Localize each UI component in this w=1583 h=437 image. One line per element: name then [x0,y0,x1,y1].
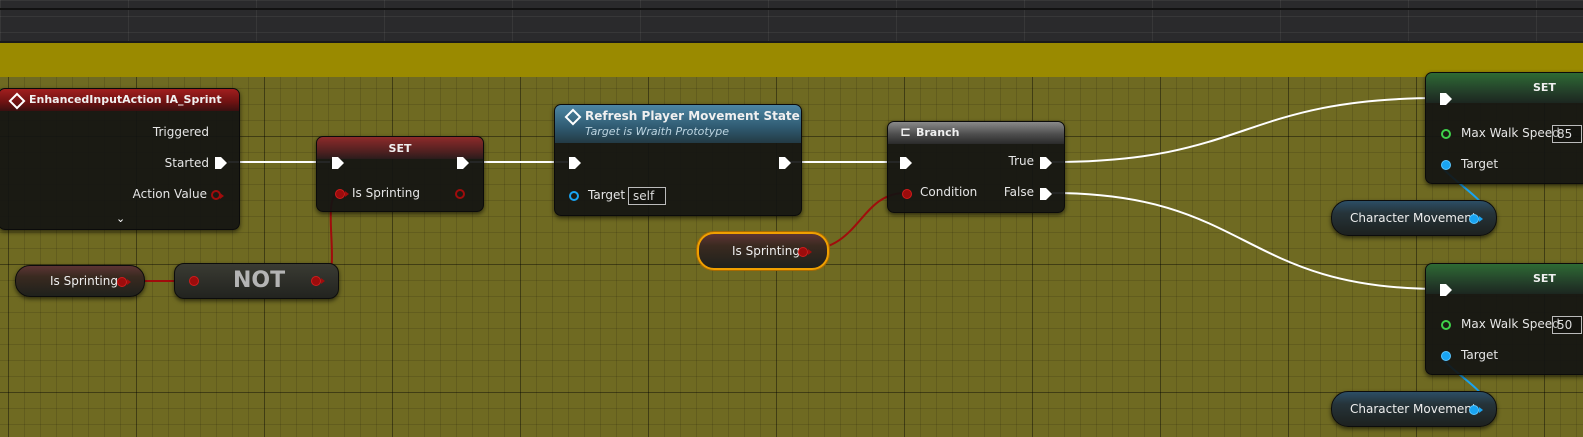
pin-character-movement-bottom[interactable] [1469,405,1483,415]
character-movement-label-top: Character Movement [1350,211,1477,225]
pin-max-walk-speed-false[interactable] [1441,320,1451,330]
pin-label-started: Started [164,156,209,170]
pin-not-out[interactable] [311,276,325,286]
exec-pin-refresh-in[interactable] [569,157,581,169]
exec-pin-set-out[interactable] [457,157,469,169]
pin-is-sprinting-in[interactable] [335,189,349,199]
function-icon [564,108,582,126]
pin-refresh-target[interactable] [569,191,579,201]
pin-label-triggered: Triggered [152,125,209,139]
pin-is-sprinting-out[interactable] [455,189,465,199]
exec-pin-branch-in[interactable] [900,157,912,169]
exec-wire-true-to-set [1051,97,1441,163]
refresh-player-movement-node[interactable]: Refresh Player Movement State Target is … [554,104,802,216]
pin-character-movement-top[interactable] [1469,214,1483,224]
set-node-header: SET [317,137,483,159]
branch-condition-label: Condition [920,185,978,199]
set-node-title: SET [388,142,412,155]
set-max-walk-speed-node-false[interactable]: SET Max Walk Speed 50 Target [1425,263,1583,375]
pin-action-value[interactable] [211,190,224,200]
set-speed-target-label-true: Target [1461,157,1499,171]
pin-label-action-value: Action Value [132,187,207,201]
exec-pin-set-in[interactable] [332,157,344,169]
refresh-node-header: Refresh Player Movement State Target is … [555,105,801,143]
get-is-sprinting-selected-node[interactable]: Is Sprinting [697,232,829,270]
refresh-target-label: Target [588,188,626,202]
set-max-walk-speed-node-true[interactable]: SET Max Walk Speed 85 Target [1425,72,1583,184]
chevron-down-icon[interactable]: ⌄ [116,212,125,225]
pin-not-in[interactable] [189,276,199,286]
event-node-title: EnhancedInputAction IA_Sprint [29,93,222,106]
exec-pin-started[interactable] [215,157,227,169]
branch-true-label: True [1008,154,1035,168]
set-is-sprinting-node[interactable]: SET Is Sprinting [316,136,484,212]
var-label: Is Sprinting [50,274,118,288]
exec-pin-branch-true[interactable] [1040,157,1052,169]
set-pin-label: Is Sprinting [352,186,420,200]
character-movement-label-bottom: Character Movement [1350,402,1477,416]
refresh-node-subtitle: Target is Wraith Prototype [585,125,729,138]
max-walk-speed-label-false: Max Walk Speed [1461,317,1560,331]
pin-max-walk-speed-true[interactable] [1441,129,1451,139]
max-walk-speed-input-true[interactable]: 85 [1552,125,1582,143]
event-node-header: EnhancedInputAction IA_Sprint [0,89,239,111]
event-diamond-icon [8,92,26,110]
refresh-target-input[interactable]: self [628,187,666,205]
pin-branch-condition[interactable] [902,189,912,199]
character-movement-node-bottom[interactable]: Character Movement [1331,391,1497,427]
set-speed-title-false: SET [1533,272,1556,285]
exec-pin-set-speed-false-in[interactable] [1440,284,1452,296]
var-selected-label: Is Sprinting [732,244,800,258]
pin-set-speed-target-true[interactable] [1441,160,1451,170]
graph-top-strip [0,0,1583,43]
set-speed-target-label-false: Target [1461,348,1499,362]
pin-get-is-sprinting-selected[interactable] [798,247,812,257]
not-label: NOT [233,268,286,293]
comment-box-header[interactable] [0,43,1583,77]
branch-icon: ⊏ [900,125,911,140]
character-movement-node-top[interactable]: Character Movement [1331,200,1497,236]
exec-pin-triggered[interactable] [221,126,227,138]
max-walk-speed-label-true: Max Walk Speed [1461,126,1560,140]
exec-pin-branch-false[interactable] [1040,188,1052,200]
exec-pin-set-speed-true-in[interactable] [1440,93,1452,105]
pin-set-speed-target-false[interactable] [1441,351,1451,361]
pin-get-is-sprinting[interactable] [117,277,131,287]
branch-node-header: ⊏ Branch [888,122,1064,144]
branch-node[interactable]: ⊏ Branch True Condition False [887,121,1065,213]
max-walk-speed-input-false[interactable]: 50 [1552,316,1582,334]
set-speed-title-true: SET [1533,81,1556,94]
event-node-ia-sprint[interactable]: EnhancedInputAction IA_Sprint Triggered … [0,88,240,230]
not-node[interactable]: NOT [174,263,339,299]
branch-false-label: False [1003,185,1034,199]
get-is-sprinting-node[interactable]: Is Sprinting [15,265,145,297]
exec-pin-refresh-out[interactable] [779,157,791,169]
branch-node-title: Branch [916,126,960,139]
